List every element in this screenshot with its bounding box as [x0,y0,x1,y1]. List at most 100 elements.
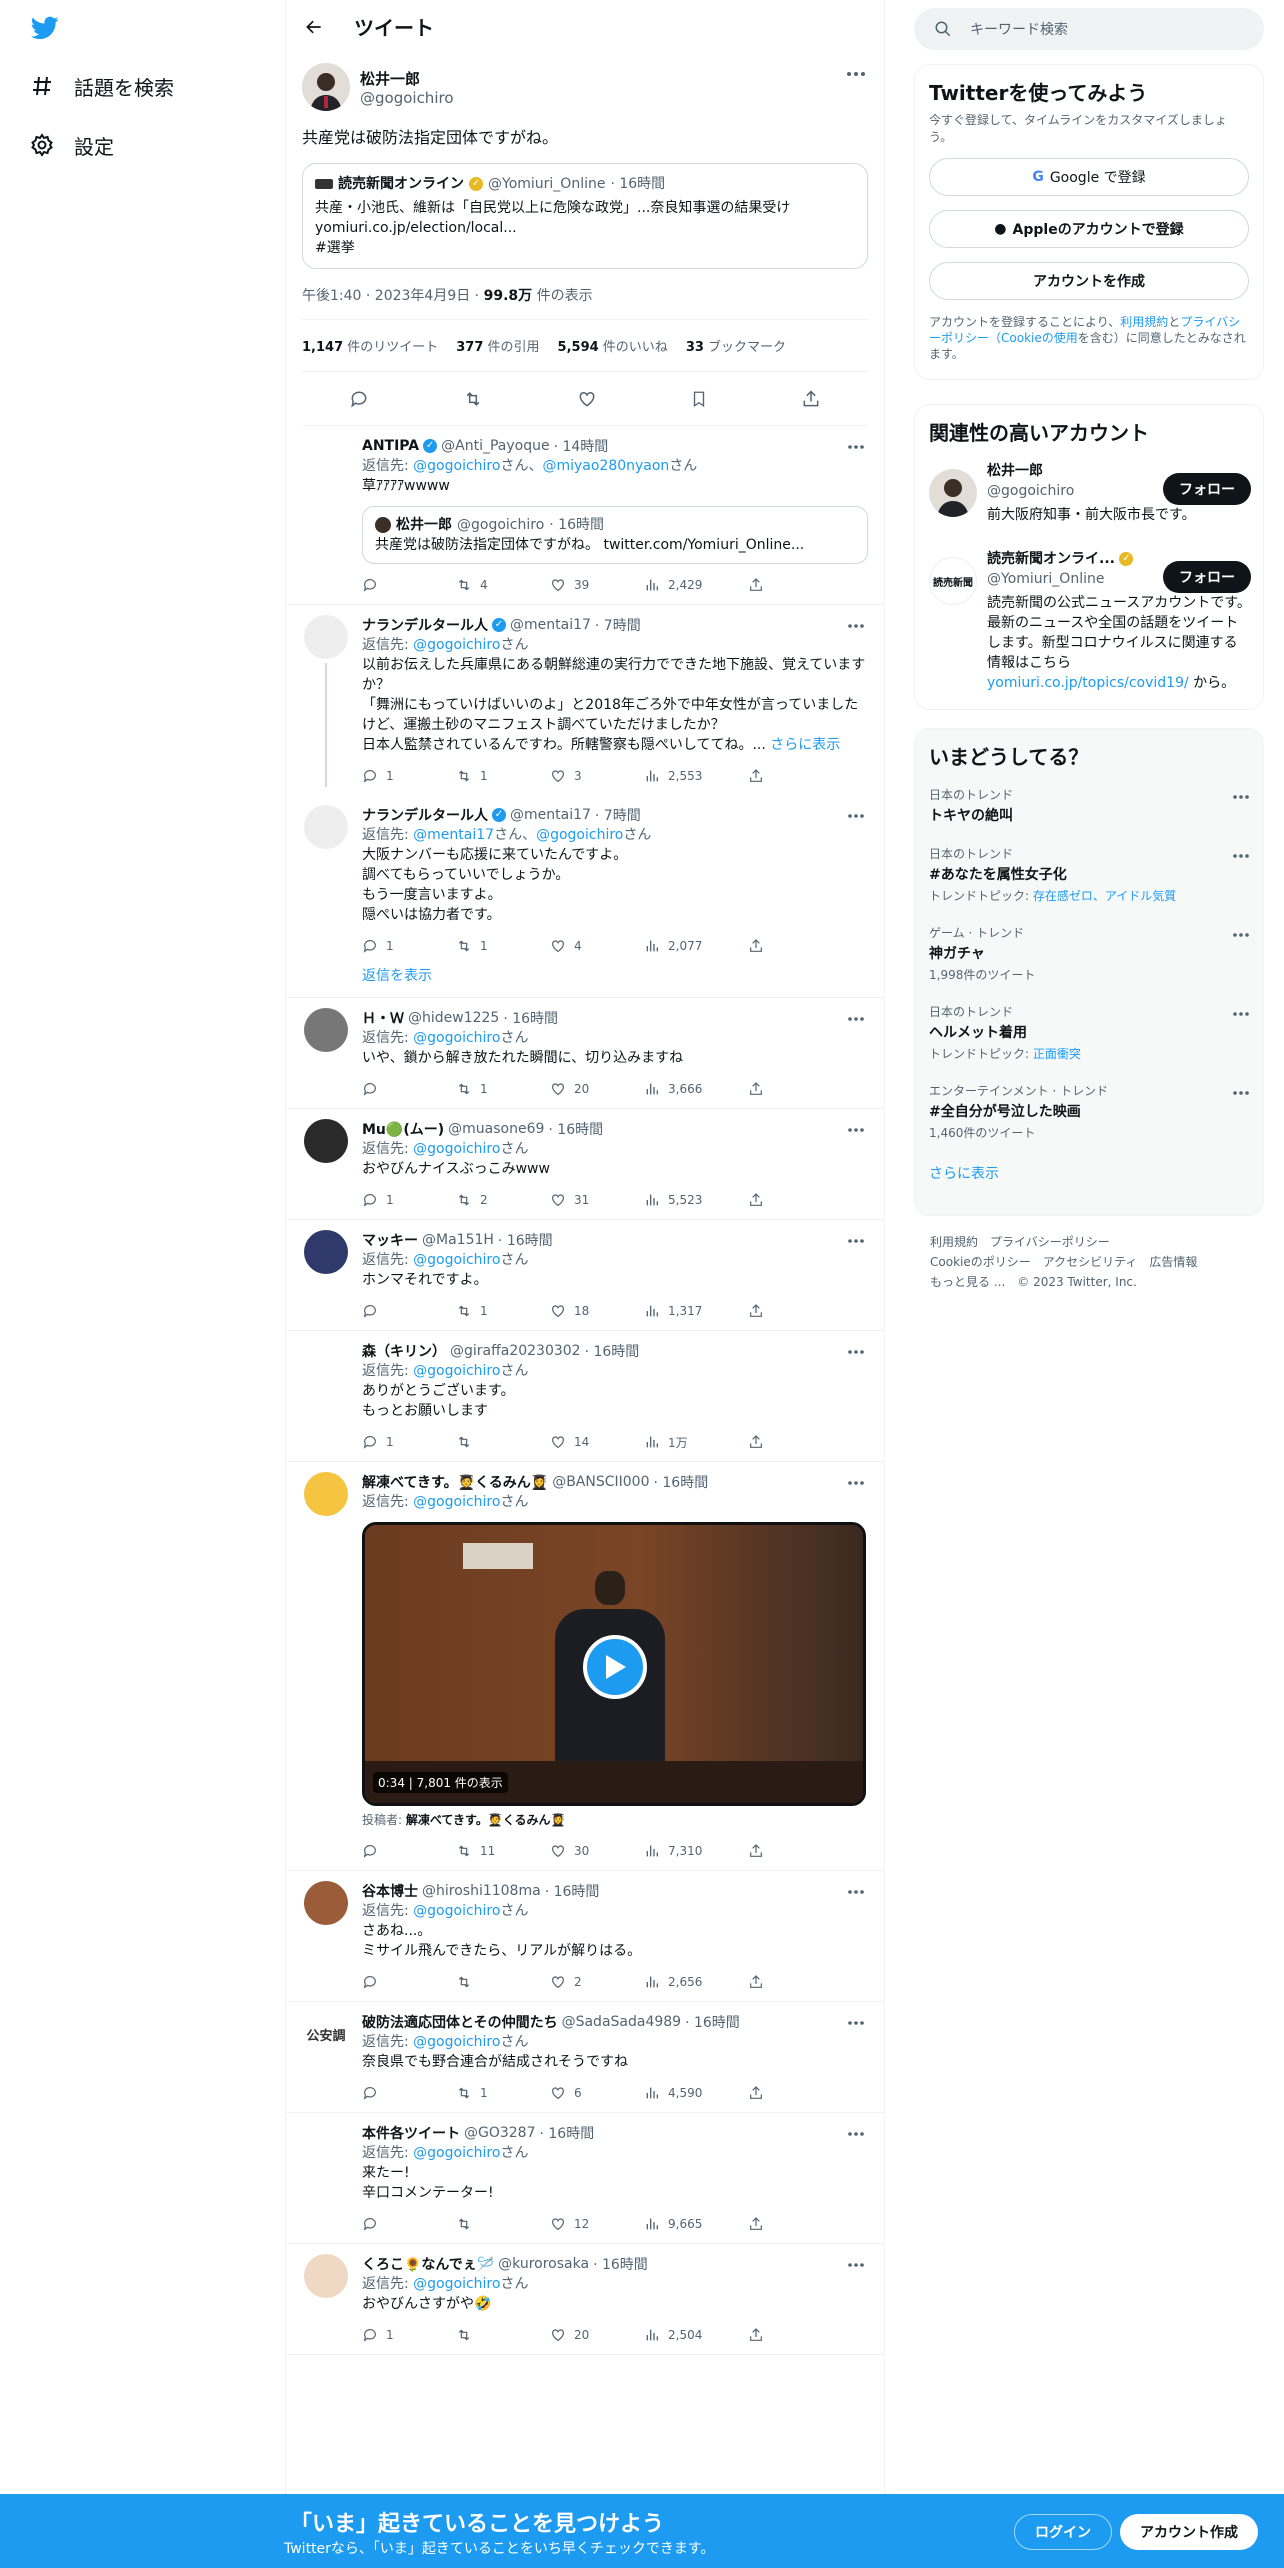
avatar[interactable] [304,436,348,480]
share-button[interactable] [748,938,764,954]
footer-privacy[interactable]: プライバシーポリシー [990,1235,1110,1249]
more-options-icon[interactable] [844,1010,868,1028]
retweet-button[interactable]: 1 [456,1303,550,1319]
reply-tweet[interactable]: ナランデルタール人 ✓ @mentai17 · 7時間 返信先: @gogoichiro… [286,605,884,795]
retweet-button[interactable]: 11 [456,1843,550,1859]
author-handle[interactable]: @SadaSada4989 [562,2014,682,2030]
mention-link[interactable]: @gogoichiro [413,1903,500,1919]
author-handle[interactable]: @giraffa20230302 [450,1343,581,1359]
play-icon[interactable] [583,1635,647,1699]
reply-icon[interactable] [349,389,369,409]
author-handle[interactable]: @Anti_Payoque [441,438,549,454]
author-name[interactable]: マッキー [362,1230,418,1250]
twitter-logo-icon[interactable] [28,14,62,42]
share-button[interactable] [748,768,764,784]
like-button[interactable]: 18 [550,1303,644,1319]
terms-link[interactable]: 利用規約 [1120,315,1168,329]
like-button[interactable]: 30 [550,1843,644,1859]
reply-tweet[interactable]: 谷本博士 @hiroshi1108ma · 16時間 返信先: @gogoichiro… [286,1871,884,2002]
share-button[interactable] [748,2216,764,2232]
reply-tweet[interactable]: マッキー @Ma151H · 16時間 返信先: @gogoichiroさん ホンマそれ… [286,1220,884,1331]
avatar[interactable] [304,1119,348,1163]
author-handle[interactable]: @mentai17 [510,617,591,633]
mention-link[interactable]: @gogoichiro [536,827,623,843]
trend-item[interactable]: 日本のトレンド ヘルメット着用 トレンドトピック: 正面衝突 [915,993,1263,1072]
views-button[interactable]: 9,665 [644,2216,738,2232]
nav-settings[interactable]: 設定 [28,125,114,165]
mention-link[interactable]: @gogoichiro [413,1252,500,1268]
login-button[interactable]: ログイン [1014,2514,1112,2550]
tweet-time[interactable]: · 16時間 [654,1472,709,1492]
avatar[interactable]: 公安調 [304,2012,348,2056]
mention-link[interactable]: @gogoichiro [413,458,500,474]
quoted-tweet[interactable]: 松井一郎 @gogoichiro · 16時間 共産党は破防法指定団体ですがね。 tw… [362,506,868,564]
tweet-time[interactable]: · 16時間 [503,1008,558,1028]
author-handle[interactable]: @GO3287 [464,2125,536,2141]
posted-by-name[interactable]: 解凍べてきす。🧑‍🎓くるみん👩‍🎓 [406,1813,566,1827]
author-name[interactable]: 松井一郎 [360,68,454,89]
reply-tweet[interactable]: 本件各ツイート @GO3287 · 16時間 返信先: @gogoichiroさん 来た… [286,2113,884,2244]
trend-topic-link[interactable]: 存在感ゼロ、アイドル気質 [1033,889,1176,903]
reply-tweet[interactable]: 解凍べてきす。🧑‍🎓くるみん👩‍🎓 @BANSCII000 · 16時間 返信先: @… [286,1462,884,1871]
mention-link[interactable]: @gogoichiro [413,637,500,653]
share-button[interactable] [748,577,764,593]
quoted-hashtag[interactable]: #選挙 [315,238,855,258]
signup-button[interactable]: アカウント作成 [1120,2514,1258,2550]
more-options-icon[interactable] [844,2125,868,2143]
reply-button[interactable]: 1 [362,1192,456,1208]
share-button[interactable] [748,1434,764,1450]
quotes-stat[interactable]: 377 件の引用 [456,336,539,355]
search-box[interactable]: キーワード検索 [914,8,1264,50]
share-button[interactable] [748,1974,764,1990]
trend-item[interactable]: 日本のトレンド トキヤの絶叫 [915,776,1263,835]
follow-button[interactable]: フォロー [1163,561,1251,593]
show-replies-link[interactable]: 返信を表示 [286,965,884,998]
retweet-button[interactable] [456,1974,550,1990]
tweet-time[interactable]: · 16時間 [498,1230,553,1250]
author-handle[interactable]: @Ma151H [422,1232,494,1248]
views-button[interactable]: 5,523 [644,1192,738,1208]
mention-link[interactable]: @miyao280nyaon [542,458,669,474]
more-options-icon[interactable] [844,1474,868,1492]
more-options-icon[interactable] [844,1343,868,1361]
nav-explore[interactable]: 話題を検索 [28,66,174,106]
reply-button[interactable] [362,2216,456,2232]
tweet-time[interactable]: · 7時間 [595,805,641,825]
reply-tweet[interactable]: ANTIPA ✓ @Anti_Payoque · 14時間 返信先: @gogoichi… [286,426,884,605]
reply-button[interactable] [362,1843,456,1859]
author-handle[interactable]: @kurorosaka [498,2256,589,2272]
video-player[interactable]: 0:34 | 7,801 件の表示 [362,1522,866,1806]
bio-link[interactable]: yomiuri.co.jp/topics/covid19/ [987,675,1189,691]
reply-button[interactable] [362,1081,456,1097]
views-button[interactable]: 1,317 [644,1303,738,1319]
reply-tweet[interactable]: 公安調 破防法適応団体とその仲間たち @SadaSada4989 · 16時間 返信先:… [286,2002,884,2113]
retweet-button[interactable]: 1 [456,1081,550,1097]
mention-link[interactable]: @gogoichiro [413,1363,500,1379]
like-button[interactable]: 12 [550,2216,644,2232]
views-button[interactable]: 7,310 [644,1843,738,1859]
more-options-icon[interactable] [1233,1084,1249,1099]
retweet-button[interactable] [456,2216,550,2232]
author-handle[interactable]: @hiroshi1108ma [422,1883,541,1899]
reply-button[interactable]: 1 [362,938,456,954]
mention-link[interactable]: @gogoichiro [413,2145,500,2161]
follow-button[interactable]: フォロー [1163,473,1251,505]
avatar[interactable] [304,1008,348,1052]
share-button[interactable] [748,1303,764,1319]
share-button[interactable] [748,1192,764,1208]
views-button[interactable]: 4,590 [644,2085,738,2101]
related-account[interactable]: 読売新聞 読売新聞オンライ... ✓ @Yomiuri_Online 読売新聞の… [929,549,1251,693]
author-name[interactable]: 谷本博士 [362,1881,418,1901]
more-options-icon[interactable] [844,1121,868,1139]
reply-button[interactable]: 1 [362,2327,456,2343]
avatar[interactable] [304,1881,348,1925]
like-button[interactable]: 20 [550,2327,644,2343]
tweet-time[interactable]: · 16時間 [545,1881,600,1901]
mention-link[interactable]: @gogoichiro [413,2034,500,2050]
quoted-link[interactable]: yomiuri.co.jp/election/local... [315,218,855,238]
author-handle[interactable]: @BANSCII000 [552,1474,649,1490]
author-name[interactable]: 本件各ツイート [362,2123,460,2143]
trend-item[interactable]: ゲーム · トレンド 神ガチャ 1,998件のツイート [915,914,1263,993]
author-name[interactable]: ANTIPA [362,438,419,454]
retweet-button[interactable]: 2 [456,1192,550,1208]
